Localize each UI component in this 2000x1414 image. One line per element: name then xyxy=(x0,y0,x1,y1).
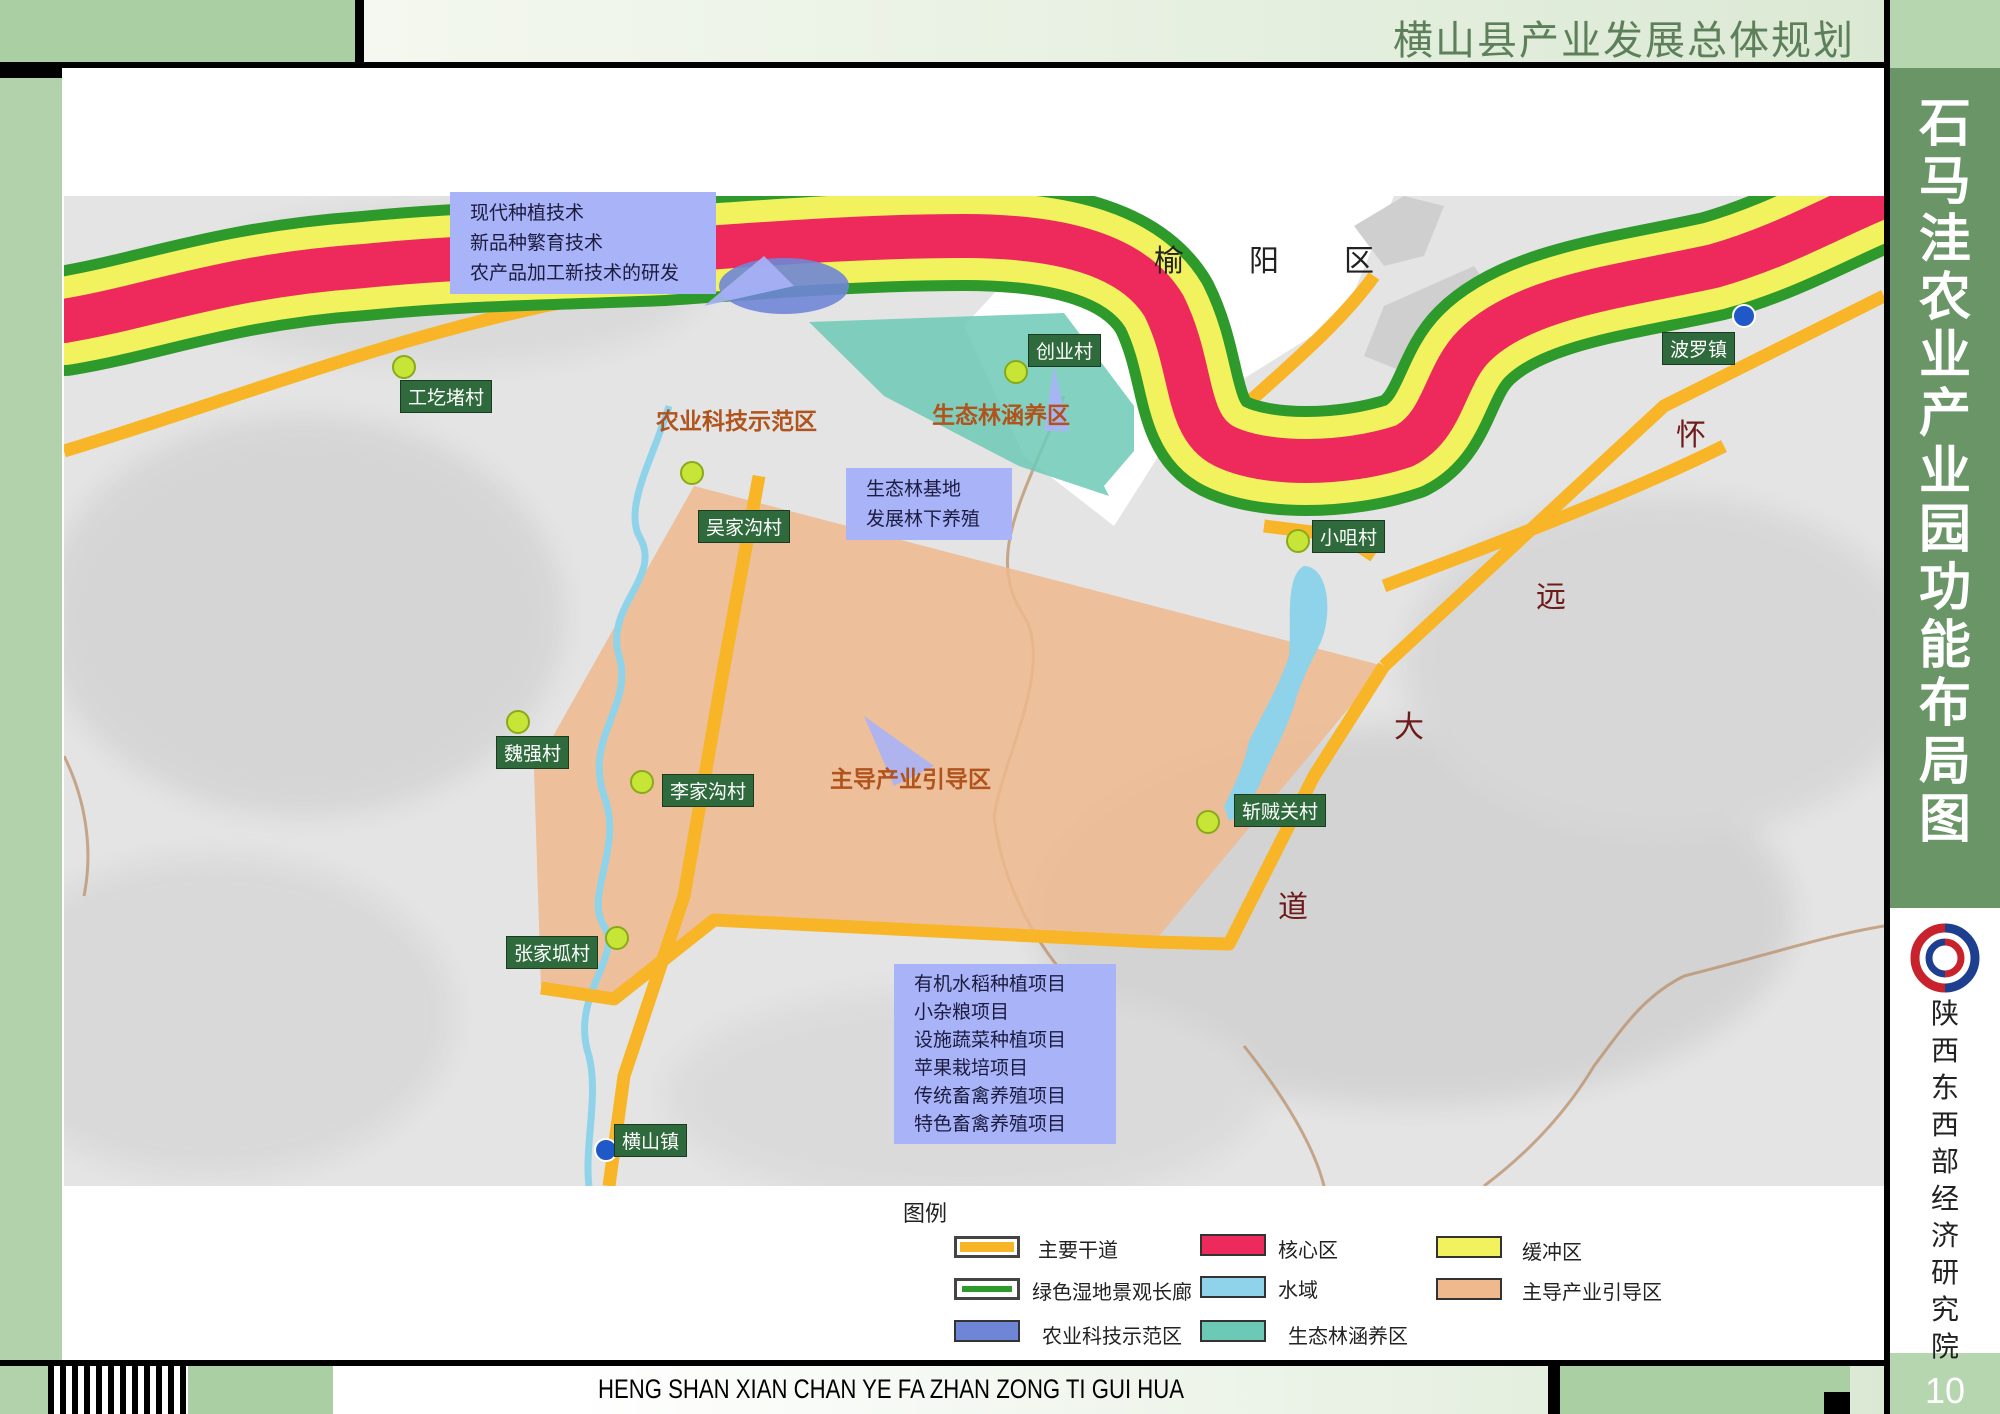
legend-swatch-tech-zone xyxy=(954,1320,1020,1342)
callout-line: 设施蔬菜种植项目 xyxy=(914,1029,1067,1051)
callout-main-industry: 有机水稻种植项目 小杂粮项目 设施蔬菜种植项目 苹果栽培项目 传统畜禽养殖项目 … xyxy=(894,964,1116,1144)
callout-line: 有机水稻种植项目 xyxy=(914,973,1067,995)
village-label[interactable]: 张家坬村 xyxy=(506,936,599,969)
region-label-yang: 阳 xyxy=(1249,244,1279,279)
footer-stripes xyxy=(48,1366,188,1414)
callout-line: 现代种植技术 xyxy=(470,202,585,224)
map-title-vertical: 石马洼农业产业园功能布局图 xyxy=(1918,93,1971,850)
village-label[interactable]: 斩贼关村 xyxy=(1234,794,1327,827)
callout-eco-forest: 生态林基地 发展林下养殖 xyxy=(846,468,1012,540)
region-label-qu: 区 xyxy=(1344,244,1374,279)
page-title: 横山县产业发展总体规划 xyxy=(1393,18,1855,64)
zone-label-main-industry: 主导产业引导区 xyxy=(830,766,991,793)
map-area[interactable]: 榆 阳 区 怀 远 大 道 农业科技示范区 生态林涵养区 主导产业引导区 工圪堵… xyxy=(64,192,1884,1186)
road-label-da: 大 xyxy=(1394,710,1424,745)
callout-line: 新品种繁育技术 xyxy=(470,232,604,254)
legend-swatch-forest-zone xyxy=(1200,1320,1266,1342)
footer-block xyxy=(188,1366,333,1414)
side-rule xyxy=(1884,0,1890,1414)
footer-block-right xyxy=(1560,1366,1850,1414)
village-label[interactable]: 李家沟村 xyxy=(662,774,755,807)
legend-label: 缓冲区 xyxy=(1522,1240,1582,1264)
village-label[interactable]: 魏强村 xyxy=(496,736,570,769)
callout-line: 特色畜禽养殖项目 xyxy=(914,1113,1067,1135)
left-border-accent xyxy=(0,68,62,78)
zone-label-eco-forest: 生态林涵养区 xyxy=(932,402,1070,429)
callout-line: 农产品加工新技术的研发 xyxy=(470,262,680,284)
legend-swatch-buffer xyxy=(1436,1236,1502,1258)
legend-label: 绿色湿地景观长廊 xyxy=(1032,1280,1192,1304)
village-label[interactable]: 工圪堵村 xyxy=(400,380,493,413)
road-label-dao: 道 xyxy=(1278,890,1308,925)
legend-swatch-industry xyxy=(1436,1278,1502,1300)
institute-name: 陕西东西部经济研究院 xyxy=(1930,997,1959,1363)
callout-line: 小杂粮项目 xyxy=(914,1001,1010,1023)
village-label[interactable]: 创业村 xyxy=(1028,334,1102,367)
village-label[interactable]: 吴家沟村 xyxy=(698,510,791,543)
footer-divider xyxy=(1548,1366,1560,1414)
callout-tech-demo: 现代种植技术 新品种繁育技术 农产品加工新技术的研发 xyxy=(450,192,716,294)
left-border-strip xyxy=(0,68,62,1368)
legend-title: 图例 xyxy=(903,1202,948,1227)
callout-line: 传统畜禽养殖项目 xyxy=(914,1085,1067,1107)
legend-label: 主要干道 xyxy=(1038,1238,1118,1262)
road-label-yuan: 远 xyxy=(1536,580,1566,615)
legend-swatch-water xyxy=(1200,1276,1266,1298)
legend-label: 农业科技示范区 xyxy=(1042,1324,1182,1348)
header-rule xyxy=(0,62,1890,68)
road-label-huai: 怀 xyxy=(1676,418,1706,453)
village-label[interactable]: 小咀村 xyxy=(1312,520,1386,553)
region-label-yu: 榆 xyxy=(1154,244,1184,279)
footer-marker xyxy=(1824,1392,1850,1414)
callout-line: 生态林基地 xyxy=(866,478,962,500)
town-label[interactable]: 横山镇 xyxy=(614,1124,688,1157)
legend-swatch-core xyxy=(1200,1234,1266,1256)
legend-swatch-road xyxy=(954,1236,1020,1258)
footer-pinyin: HENG SHAN XIAN CHAN YE FA ZHAN ZONG TI G… xyxy=(598,1374,1184,1404)
page-number: 10 xyxy=(1924,1370,1966,1411)
legend-label: 生态林涵养区 xyxy=(1288,1324,1408,1348)
header-divider xyxy=(355,0,364,62)
zone-label-tech-demo: 农业科技示范区 xyxy=(656,408,817,435)
legend-label: 水域 xyxy=(1278,1278,1318,1302)
legend-swatch-corridor xyxy=(954,1278,1020,1300)
town-label[interactable]: 波罗镇 xyxy=(1662,332,1736,365)
callout-line: 苹果栽培项目 xyxy=(914,1057,1029,1079)
map-legend: 图例 主要干道 核心区 缓冲区 绿色湿地景观长廊 水域 主导产业引导区 农业科技… xyxy=(900,1196,1700,1348)
footer-block-left xyxy=(0,1366,48,1414)
institute-logo xyxy=(1910,923,1980,993)
legend-label: 核心区 xyxy=(1278,1238,1338,1262)
legend-label: 主导产业引导区 xyxy=(1522,1280,1662,1304)
header-bar-left xyxy=(0,0,355,62)
callout-line: 发展林下养殖 xyxy=(866,508,981,530)
